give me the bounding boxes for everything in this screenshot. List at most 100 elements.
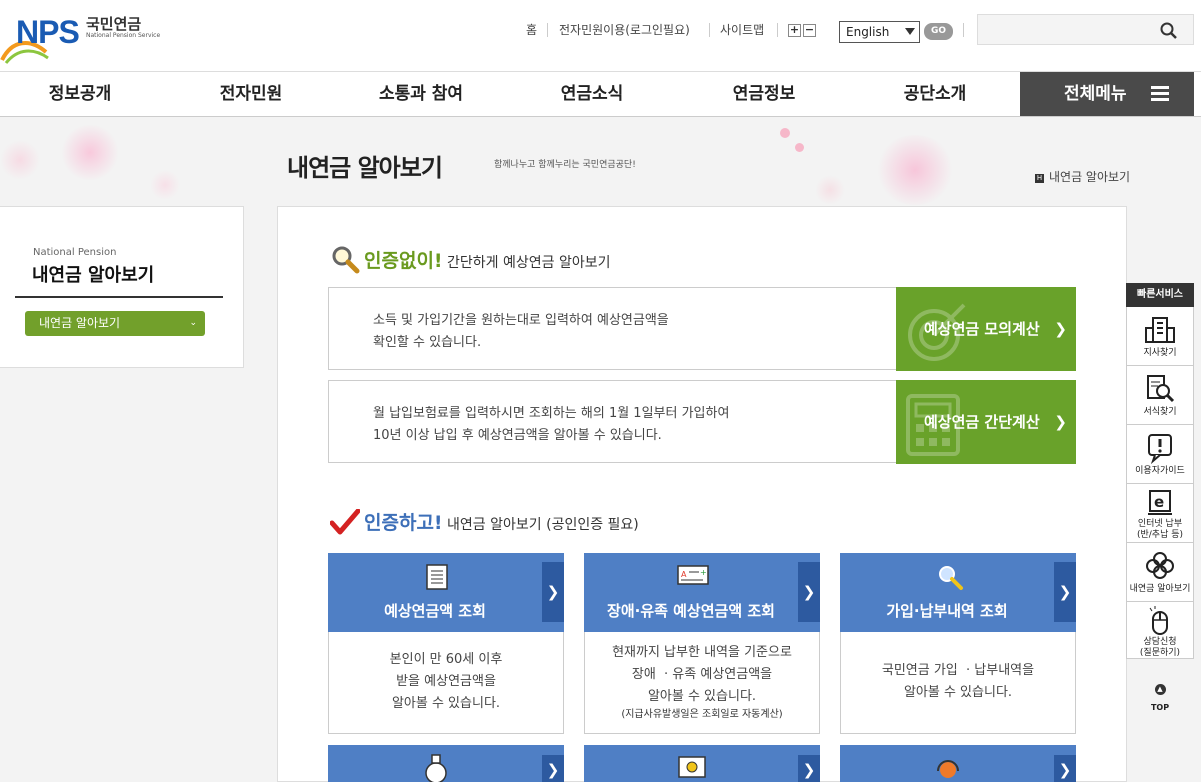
chevron-right-icon[interactable]: ❯ — [542, 562, 564, 622]
quick-internet-payment[interactable]: e 인터넷 납부 (반/추납 등) — [1127, 484, 1193, 543]
headset-icon — [937, 760, 959, 778]
heart-decoration — [795, 143, 804, 152]
chevron-right-icon[interactable]: ❯ — [1054, 562, 1076, 622]
home-link[interactable]: 홈 — [526, 20, 537, 40]
quick-label: 서식찾기 — [1143, 407, 1177, 417]
divider — [963, 23, 964, 37]
simple-calculation-button[interactable]: 예상연금 간단계산 ❯ — [896, 380, 1076, 464]
search-icon[interactable] — [1160, 22, 1177, 39]
nps-logo[interactable]: NPS 국민연금 National Pension Service — [0, 10, 160, 64]
nav-pension-info[interactable]: 연금정보 — [696, 72, 832, 116]
card-header[interactable]: 가입·납부내역 조회 ❯ — [840, 553, 1076, 632]
zoom-out-button[interactable]: − — [803, 24, 816, 37]
description-line: 10년 이상 납입 후 예상연금액을 알아볼 수 있습니다. — [373, 428, 662, 443]
nav-about[interactable]: 공단소개 — [867, 72, 1003, 116]
mock-calculation-button[interactable]: 예상연금 모의계산 ❯ — [896, 287, 1076, 371]
quick-label: 내연금 알아보기 — [1129, 584, 1191, 594]
card-note: (지급사유발생일은 조회일로 자동계산) — [621, 709, 783, 720]
chevron-right-icon[interactable]: ❯ — [1054, 755, 1076, 782]
quick-branch-finder[interactable]: 지사찾기 — [1127, 307, 1193, 366]
description-line: 알아볼 수 있습니다. — [391, 696, 501, 711]
breadcrumb: H 내연금 알아보기 — [1035, 168, 1130, 185]
top-label: TOP — [1150, 703, 1170, 712]
breadcrumb-current: 내연금 알아보기 — [1049, 170, 1131, 184]
heart-decoration — [150, 170, 180, 200]
description-line: 국민연금 가입 · 납부내역을 — [881, 663, 1035, 678]
mock-calculation-row: 소득 및 가입기간을 원하는대로 입력하여 예상연금액을 확인할 수 있습니다.… — [328, 287, 1076, 371]
quick-service-panel: 빠른서비스 지사찾기 서식찾기 이용자가이드 e 인터넷 납부 (반/추납 등)… — [1126, 283, 1194, 659]
sidebar-title: 내연금 알아보기 — [32, 265, 155, 286]
search-input[interactable] — [977, 14, 1194, 45]
description-line: 확인할 수 있습니다. — [373, 335, 482, 350]
magnifier-icon — [332, 246, 360, 274]
chevron-down-icon: ⌄ — [189, 318, 197, 328]
go-button[interactable]: GO — [924, 23, 953, 40]
nav-e-civil[interactable]: 전자민원 — [183, 72, 319, 116]
svg-text:e: e — [1154, 493, 1164, 511]
calculator-icon — [906, 394, 960, 456]
scroll-top-button[interactable]: ▲ TOP — [1148, 684, 1172, 714]
notebook-icon — [426, 564, 448, 590]
card-title: 예상연금액 조회 — [384, 602, 486, 620]
quick-label: 인터넷 납부 (반/추납 등) — [1136, 519, 1184, 540]
zoom-in-button[interactable]: + — [788, 24, 801, 37]
card-title: 장애·유족 예상연금액 조회 — [607, 602, 775, 620]
nav-communication[interactable]: 소통과 참여 — [353, 72, 489, 116]
card-header[interactable]: 예상연금액 조회 ❯ — [328, 553, 564, 632]
svg-text:A: A — [681, 570, 687, 579]
quick-service-title: 빠른서비스 — [1126, 283, 1194, 307]
section-no-auth-text: 간단하게 예상연금 알아보기 — [442, 255, 611, 271]
expected-pension-card[interactable]: 예상연금액 조회 ❯ 본인이 만 60세 이후 받을 예상연금액을 알아볼 수 … — [328, 553, 564, 734]
description-line: 받을 예상연금액을 — [396, 674, 496, 689]
card-title: 가입·납부내역 조회 — [886, 602, 1008, 620]
divider — [777, 23, 778, 37]
chevron-right-icon[interactable]: ❯ — [542, 755, 564, 782]
chevron-right-icon: ❯ — [1054, 320, 1067, 338]
heart-decoration — [815, 175, 845, 205]
chevron-down-icon — [905, 28, 915, 35]
svg-text:+: + — [700, 568, 707, 577]
language-select[interactable]: English — [839, 21, 920, 43]
description-line: 소득 및 가입기간을 원하는대로 입력하여 예상연금액을 — [373, 313, 669, 328]
sidebar-menu-select[interactable]: 내연금 알아보기 ⌄ — [25, 311, 205, 336]
quick-label: 상담신청 (질문하기) — [1139, 637, 1181, 658]
magnifier-icon — [939, 566, 963, 590]
section-auth-text: 내연금 알아보기 (공인인증 필요) — [442, 517, 639, 533]
description-line: 알아볼 수 있습니다. — [647, 689, 757, 704]
quick-my-pension[interactable]: 내연금 알아보기 — [1127, 543, 1193, 602]
card-partial[interactable]: ❯ — [584, 745, 820, 782]
card-partial[interactable]: ❯ — [840, 745, 1076, 782]
nav-pension-news[interactable]: 연금소식 — [524, 72, 660, 116]
heart-decoration — [0, 140, 40, 180]
heart-decoration — [875, 135, 955, 205]
card-partial[interactable]: ❯ — [328, 745, 564, 782]
subscription-payment-history-card[interactable]: 가입·납부내역 조회 ❯ 국민연금 가입 · 납부내역을 알아볼 수 있습니다. — [840, 553, 1076, 734]
card-header[interactable]: A + 장애·유족 예상연금액 조회 ❯ — [584, 553, 820, 632]
quick-consultation[interactable]: 상담신청 (질문하기) — [1127, 602, 1193, 661]
quick-user-guide[interactable]: 이용자가이드 — [1127, 425, 1193, 484]
quick-form-finder[interactable]: 서식찾기 — [1127, 366, 1193, 425]
disability-survivor-pension-card[interactable]: A + 장애·유족 예상연금액 조회 ❯ 현재까지 납부한 내역을 기준으로 장… — [584, 553, 820, 734]
card-description: 본인이 만 60세 이후 받을 예상연금액을 알아볼 수 있습니다. — [329, 632, 563, 732]
logo-nps-text: NPS — [16, 14, 80, 50]
building-icon — [1145, 317, 1175, 343]
e-civil-login-link[interactable]: 전자민원이용(로그인필요) — [559, 20, 690, 40]
home-icon[interactable]: H — [1035, 174, 1044, 183]
chevron-right-icon[interactable]: ❯ — [798, 562, 820, 622]
hamburger-icon — [1151, 86, 1169, 102]
chevron-right-icon: ❯ — [1054, 413, 1067, 431]
left-sidebar: National Pension 내연금 알아보기 내연금 알아보기 ⌄ — [0, 206, 244, 368]
mock-calculation-description: 소득 및 가입기간을 원하는대로 입력하여 예상연금액을 확인할 수 있습니다. — [373, 310, 669, 354]
divider — [547, 23, 548, 37]
section-no-auth-emphasis: 인증없이! — [364, 250, 443, 272]
main-navigation: 정보공개 전자민원 소통과 참여 연금소식 연금정보 공단소개 전체메뉴 — [0, 72, 1201, 117]
nav-info-disclosure[interactable]: 정보공개 — [12, 72, 148, 116]
description-line: 본인이 만 60세 이후 — [389, 652, 503, 667]
section-auth-emphasis: 인증하고! — [364, 512, 443, 534]
page-slogan: 함께나누고 함께누리는 국민연금공단! — [494, 160, 636, 170]
sitemap-link[interactable]: 사이트맵 — [720, 20, 764, 40]
all-menu-button[interactable]: 전체메뉴 — [1020, 72, 1194, 116]
card-description: 현재까지 납부한 내역을 기준으로 장애 · 유족 예상연금액을 알아볼 수 있… — [585, 632, 819, 732]
description-line: 알아볼 수 있습니다. — [903, 685, 1013, 700]
chevron-right-icon[interactable]: ❯ — [798, 755, 820, 782]
